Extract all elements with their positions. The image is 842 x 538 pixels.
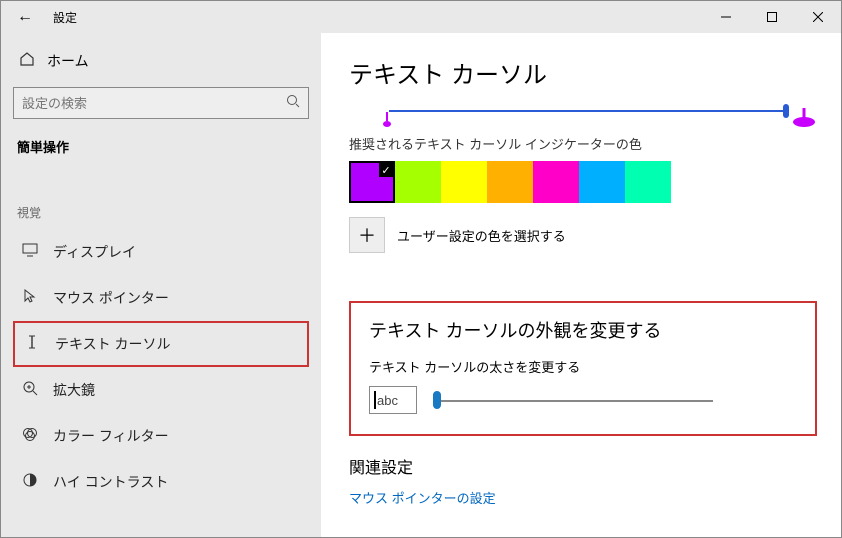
appearance-section: テキスト カーソルの外観を変更する テキスト カーソルの太さを変更する abc: [349, 301, 817, 436]
search-input[interactable]: [22, 96, 286, 111]
indicator-preview: [349, 102, 817, 126]
back-button[interactable]: ←: [1, 8, 49, 26]
home-nav[interactable]: ホーム: [13, 41, 309, 81]
sidebar-item-label: テキスト カーソル: [55, 334, 170, 354]
search-box[interactable]: [13, 87, 309, 119]
minimize-button[interactable]: [703, 1, 749, 33]
sidebar: ホーム 簡単操作 視覚 ディスプレイマウス ポインターテキスト カーソル拡大鏡カ…: [1, 33, 321, 537]
home-icon: [19, 51, 35, 72]
main-panel: テキスト カーソル 推奨されるテキスト カーソル インジケーターの色 ✓ ＋ ユ…: [321, 33, 841, 537]
appearance-heading: テキスト カーソルの外観を変更する: [369, 317, 797, 343]
sidebar-item-display[interactable]: ディスプレイ: [13, 229, 309, 275]
custom-color-button[interactable]: ＋: [349, 217, 385, 253]
search-icon: [286, 94, 300, 113]
maximize-button[interactable]: [749, 1, 795, 33]
textcursor-icon: [23, 333, 41, 356]
color-swatch[interactable]: [625, 161, 671, 203]
color-swatch[interactable]: [441, 161, 487, 203]
indicator-color-label: 推奨されるテキスト カーソル インジケーターの色: [349, 134, 817, 153]
preview-text: abc: [377, 393, 398, 408]
sidebar-item-label: ハイ コントラスト: [53, 472, 168, 492]
home-label: ホーム: [47, 51, 89, 71]
section-heading: 簡単操作: [13, 137, 309, 156]
sidebar-item-highcontrast[interactable]: ハイ コントラスト: [13, 459, 309, 505]
related-link[interactable]: マウス ポインターの設定: [349, 488, 817, 507]
custom-color-label: ユーザー設定の色を選択する: [397, 226, 566, 245]
sidebar-item-pointer[interactable]: マウス ポインター: [13, 275, 309, 321]
sidebar-item-label: ディスプレイ: [53, 242, 136, 262]
display-icon: [21, 241, 39, 264]
titlebar: ← 設定: [1, 1, 841, 33]
slider-thumb[interactable]: [433, 391, 441, 409]
sidebar-item-textcursor[interactable]: テキスト カーソル: [13, 321, 309, 367]
window-title: 設定: [49, 9, 77, 26]
thickness-label: テキスト カーソルの太さを変更する: [369, 357, 797, 376]
color-swatch[interactable]: [487, 161, 533, 203]
plus-icon: ＋: [358, 222, 376, 248]
indicator-drop-left-icon: [381, 112, 393, 128]
sidebar-item-label: 拡大鏡: [53, 380, 95, 400]
related-heading: 関連設定: [349, 454, 817, 478]
colorfilter-icon: [21, 425, 39, 448]
indicator-drop-right-icon: [791, 108, 817, 128]
page-title: テキスト カーソル: [349, 55, 817, 90]
highcontrast-icon: [21, 471, 39, 494]
color-swatch[interactable]: [395, 161, 441, 203]
magnifier-icon: [21, 379, 39, 402]
maximize-icon: [767, 12, 777, 22]
sidebar-item-label: マウス ポインター: [53, 288, 169, 308]
minimize-icon: [721, 12, 731, 22]
color-swatch-row: ✓: [349, 161, 817, 203]
close-icon: [813, 12, 823, 22]
pointer-icon: [21, 287, 39, 310]
group-heading: 視覚: [13, 204, 309, 221]
color-swatch[interactable]: [579, 161, 625, 203]
caret-icon: [374, 391, 376, 409]
close-button[interactable]: [795, 1, 841, 33]
sidebar-item-magnifier[interactable]: 拡大鏡: [13, 367, 309, 413]
sidebar-item-colorfilter[interactable]: カラー フィルター: [13, 413, 309, 459]
color-swatch[interactable]: ✓: [349, 161, 395, 203]
thickness-slider[interactable]: [433, 388, 713, 412]
thickness-preview: abc: [369, 386, 417, 414]
color-swatch[interactable]: [533, 161, 579, 203]
checkmark-icon: ✓: [379, 163, 393, 177]
sidebar-item-label: カラー フィルター: [53, 426, 169, 446]
